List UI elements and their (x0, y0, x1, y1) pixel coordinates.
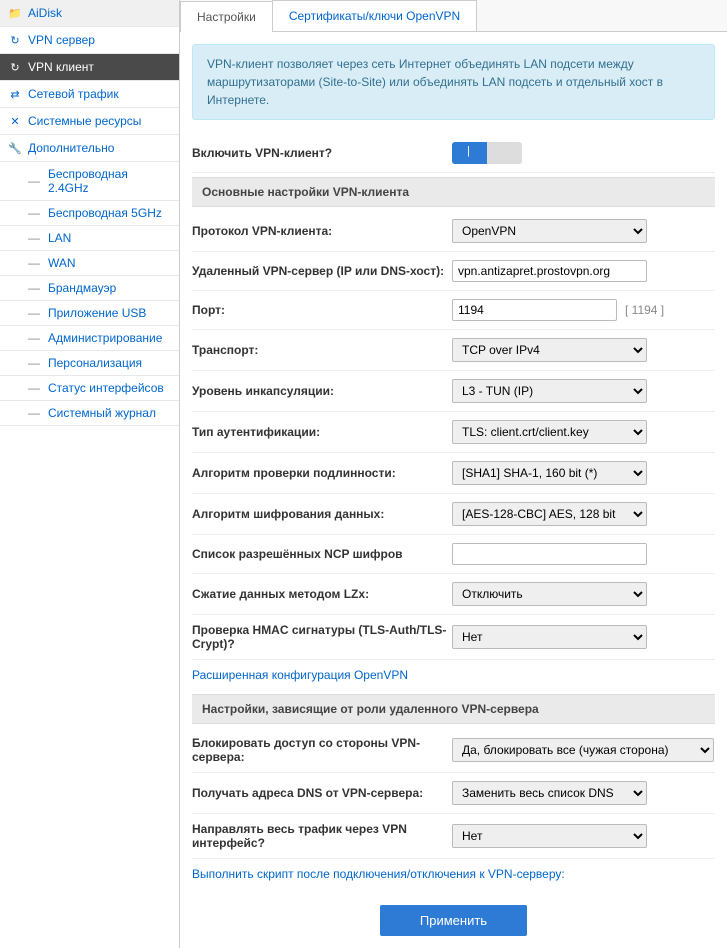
transport-label: Транспорт: (192, 343, 452, 357)
section-deps: Настройки, зависящие от роли удаленного … (192, 694, 715, 724)
row-ncp: Список разрешённых NCP шифров (192, 535, 715, 574)
transport-select[interactable]: TCP over IPv4 (452, 338, 647, 362)
sidebar-label: Системные ресурсы (28, 114, 141, 128)
sidebar-sub-wan[interactable]: WAN (0, 251, 179, 276)
section-main: Основные настройки VPN-клиента (192, 177, 715, 207)
enable-toggle[interactable] (452, 142, 522, 164)
hmac-label: Проверка HMAC сигнатуры (TLS-Auth/TLS-Cr… (192, 623, 452, 651)
server-input[interactable] (452, 260, 647, 282)
encap-label: Уровень инкапсуляции: (192, 384, 452, 398)
sidebar-item-advanced[interactable]: 🔧 Дополнительно (0, 135, 179, 162)
verify-select[interactable]: [SHA1] SHA-1, 160 bit (*) (452, 461, 647, 485)
tab-settings[interactable]: Настройки (180, 1, 273, 32)
block-label: Блокировать доступ со стороны VPN-сервер… (192, 736, 452, 764)
row-transport: Транспорт: TCP over IPv4 (192, 330, 715, 371)
sidebar-sub-firewall[interactable]: Брандмауэр (0, 276, 179, 301)
sidebar-sub-personalize[interactable]: Персонализация (0, 351, 179, 376)
sidebar-sub-24ghz[interactable]: Беспроводная 2.4GHz (0, 162, 179, 201)
row-lzx: Сжатие данных методом LZx: Отключить (192, 574, 715, 615)
advanced-link[interactable]: Расширенная конфигурация OpenVPN (192, 660, 715, 690)
row-protocol: Протокол VPN-клиента: OpenVPN (192, 211, 715, 252)
sidebar-label: Дополнительно (28, 141, 114, 155)
auth-label: Тип аутентификации: (192, 425, 452, 439)
row-server: Удаленный VPN-сервер (IP или DNS-хост): (192, 252, 715, 291)
row-route: Направлять весь трафик через VPN интерфе… (192, 814, 715, 859)
row-auth: Тип аутентификации: TLS: client.crt/clie… (192, 412, 715, 453)
resources-icon: ✕ (8, 114, 22, 128)
sidebar-label: VPN сервер (28, 33, 95, 47)
lzx-select[interactable]: Отключить (452, 582, 647, 606)
row-encap: Уровень инкапсуляции: L3 - TUN (IP) (192, 371, 715, 412)
port-input[interactable] (452, 299, 617, 321)
wrench-icon: 🔧 (8, 141, 22, 155)
sidebar-item-resources[interactable]: ✕ Системные ресурсы (0, 108, 179, 135)
row-verify: Алгоритм проверки подлинности: [SHA1] SH… (192, 453, 715, 494)
sidebar-label: Сетевой трафик (28, 87, 119, 101)
traffic-icon: ⇄ (8, 87, 22, 101)
tabs: Настройки Сертификаты/ключи OpenVPN (180, 0, 727, 32)
content: VPN-клиент позволяет через сеть Интернет… (180, 32, 727, 948)
cipher-label: Алгоритм шифрования данных: (192, 507, 452, 521)
sidebar-item-vpnserver[interactable]: ↻ VPN сервер (0, 27, 179, 54)
vpn-icon: ↻ (8, 60, 22, 74)
apply-button[interactable]: Применить (380, 905, 527, 936)
sidebar-sub-syslog[interactable]: Системный журнал (0, 401, 179, 426)
dns-label: Получать адреса DNS от VPN-сервера: (192, 786, 452, 800)
block-select[interactable]: Да, блокировать все (чужая сторона) (452, 738, 714, 762)
ncp-label: Список разрешённых NCP шифров (192, 547, 452, 561)
sidebar-item-traffic[interactable]: ⇄ Сетевой трафик (0, 81, 179, 108)
sidebar: 📁 AiDisk ↻ VPN сервер ↻ VPN клиент ⇄ Сетевой… (0, 0, 180, 948)
main-panel: Настройки Сертификаты/ключи OpenVPN VPN-… (180, 0, 727, 948)
sidebar-sub-admin[interactable]: Администрирование (0, 326, 179, 351)
info-box: VPN-клиент позволяет через сеть Интернет… (192, 44, 715, 120)
hmac-select[interactable]: Нет (452, 625, 647, 649)
route-select[interactable]: Нет (452, 824, 647, 848)
encap-select[interactable]: L3 - TUN (IP) (452, 379, 647, 403)
route-label: Направлять весь трафик через VPN интерфе… (192, 822, 452, 850)
ncp-input[interactable] (452, 543, 647, 565)
lzx-label: Сжатие данных методом LZx: (192, 587, 452, 601)
vpn-icon: ↻ (8, 33, 22, 47)
protocol-select[interactable]: OpenVPN (452, 219, 647, 243)
sidebar-item-aidisk[interactable]: 📁 AiDisk (0, 0, 179, 27)
tab-certs[interactable]: Сертификаты/ключи OpenVPN (272, 0, 477, 31)
cipher-select[interactable]: [AES-128-CBC] AES, 128 bit (452, 502, 647, 526)
server-label: Удаленный VPN-сервер (IP или DNS-хост): (192, 264, 452, 278)
sidebar-sub-5ghz[interactable]: Беспроводная 5GHz (0, 201, 179, 226)
sidebar-label: VPN клиент (28, 60, 94, 74)
port-hint: [ 1194 ] (625, 303, 664, 317)
disk-icon: 📁 (8, 6, 22, 20)
row-block: Блокировать доступ со стороны VPN-сервер… (192, 728, 715, 773)
sidebar-sub-ifstatus[interactable]: Статус интерфейсов (0, 376, 179, 401)
protocol-label: Протокол VPN-клиента: (192, 224, 452, 238)
verify-label: Алгоритм проверки подлинности: (192, 466, 452, 480)
port-label: Порт: (192, 303, 452, 317)
row-cipher: Алгоритм шифрования данных: [AES-128-CBC… (192, 494, 715, 535)
row-dns: Получать адреса DNS от VPN-сервера: Заме… (192, 773, 715, 814)
enable-label: Включить VPN-клиент? (192, 146, 452, 160)
sidebar-label: AiDisk (28, 6, 62, 20)
sidebar-sub-usb[interactable]: Приложение USB (0, 301, 179, 326)
row-enable: Включить VPN-клиент? (192, 134, 715, 173)
dns-select[interactable]: Заменить весь список DNS (452, 781, 647, 805)
auth-select[interactable]: TLS: client.crt/client.key (452, 420, 647, 444)
row-hmac: Проверка HMAC сигнатуры (TLS-Auth/TLS-Cr… (192, 615, 715, 660)
row-port: Порт: [ 1194 ] (192, 291, 715, 330)
script-link[interactable]: Выполнить скрипт после подключения/отклю… (192, 859, 715, 889)
sidebar-sub-lan[interactable]: LAN (0, 226, 179, 251)
sidebar-item-vpnclient[interactable]: ↻ VPN клиент (0, 54, 179, 81)
